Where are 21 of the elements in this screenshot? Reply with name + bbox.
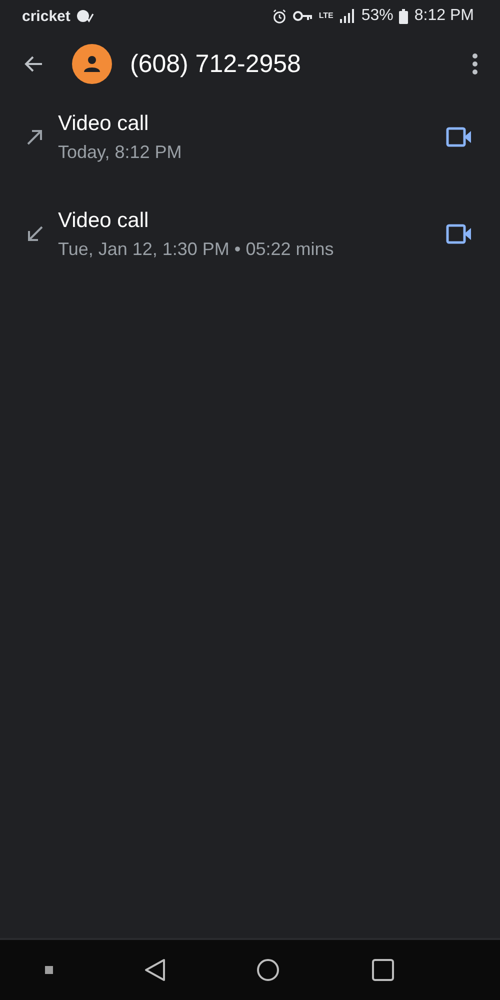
call-detail: Tue, Jan 12, 1:30 PM • 05:22 mins [58,238,335,260]
battery-percent: 53% [361,7,394,25]
phone-number: (608) 712-2958 [130,50,302,78]
alarm-icon [272,8,287,24]
recents-nav-icon[interactable] [370,958,395,982]
battery-icon [399,8,408,24]
contact-avatar [72,44,112,84]
key-icon [292,10,313,22]
call-type: Video call [58,112,150,136]
carrier-name: cricket [22,8,70,24]
video-call-button[interactable] [446,127,472,147]
home-nav-icon[interactable] [256,958,280,982]
back-nav-icon[interactable] [144,958,166,982]
carrier-logo-icon [76,9,94,23]
signal-icon [339,9,356,23]
video-call-button[interactable] [446,224,472,244]
call-detail: Today, 8:12 PM [58,142,183,162]
more-options-button[interactable] [472,53,478,75]
clock: 8:12 PM [414,7,474,25]
call-type: Video call [58,208,150,232]
network-type: LTE [318,12,334,20]
